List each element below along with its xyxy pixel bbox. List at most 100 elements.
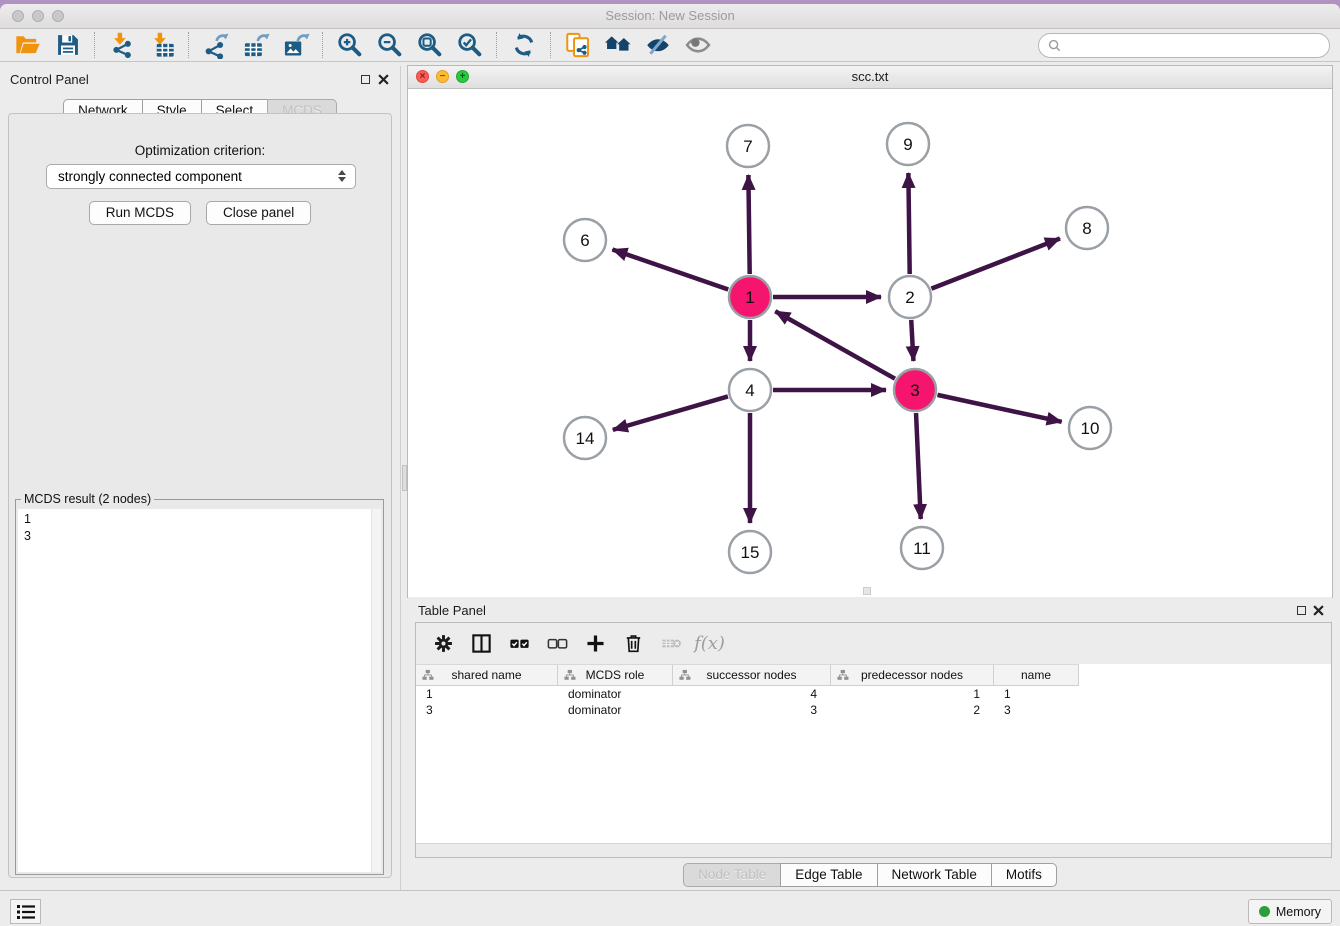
table-horizontal-scrollbar[interactable] <box>416 843 1331 857</box>
graph-node-4[interactable]: 4 <box>729 369 771 411</box>
table-cell[interactable]: 1 <box>831 686 994 702</box>
apply-layout-button[interactable] <box>504 30 544 61</box>
table-cell[interactable]: 3 <box>673 702 831 718</box>
zoom-selected-button[interactable] <box>450 30 490 61</box>
network-resize-grip[interactable] <box>863 587 871 595</box>
graph-node-6[interactable]: 6 <box>564 219 606 261</box>
function-builder-button[interactable]: f(x) <box>692 628 727 659</box>
search-input[interactable] <box>1066 36 1329 56</box>
table-settings-button[interactable] <box>426 628 461 659</box>
graph-node-3[interactable]: 3 <box>894 369 936 411</box>
table-cell[interactable]: dominator <box>558 686 673 702</box>
close-table-panel-icon[interactable] <box>1313 605 1324 616</box>
save-icon <box>54 31 82 59</box>
graph-edge-4-14[interactable] <box>613 396 728 429</box>
show-graphics-button[interactable] <box>678 30 718 61</box>
column-header-shared-name[interactable]: shared name <box>416 665 558 685</box>
graph-node-7[interactable]: 7 <box>727 125 769 167</box>
table-cell[interactable]: 3 <box>994 702 1079 718</box>
import-table-button[interactable] <box>142 30 182 61</box>
node-table[interactable]: shared nameMCDS rolesuccessor nodesprede… <box>416 664 1079 718</box>
session-search[interactable] <box>1038 33 1330 58</box>
delete-table-button[interactable] <box>654 628 689 659</box>
zoom-in-button[interactable] <box>330 30 370 61</box>
graph-edge-3-11[interactable] <box>916 413 921 519</box>
select-all-columns-button[interactable] <box>502 628 537 659</box>
zoom-selected-icon <box>456 31 484 59</box>
memory-status-icon <box>1259 906 1270 917</box>
task-list-icon <box>17 904 35 920</box>
float-panel-icon[interactable] <box>361 75 370 84</box>
graph-edge-2-8[interactable] <box>931 239 1060 289</box>
graph-edge-1-7[interactable] <box>748 175 749 274</box>
column-header-successor-nodes[interactable]: successor nodes <box>673 665 831 685</box>
graph-edge-2-9[interactable] <box>908 173 909 274</box>
optimization-dropdown-value: strongly connected component <box>58 169 242 184</box>
tab-motifs[interactable]: Motifs <box>991 863 1057 887</box>
result-scrollbar[interactable] <box>371 509 381 872</box>
close-panel-button[interactable]: Close panel <box>206 201 311 225</box>
trash-icon <box>622 632 645 655</box>
table-row[interactable]: 1dominator411 <box>416 686 1079 702</box>
svg-text:15: 15 <box>741 543 760 562</box>
export-image-button[interactable] <box>276 30 316 61</box>
open-session-button[interactable] <box>8 30 48 61</box>
table-cell[interactable]: 4 <box>673 686 831 702</box>
svg-text:1: 1 <box>745 288 754 307</box>
graph-node-11[interactable]: 11 <box>901 527 943 569</box>
zoom-fit-button[interactable] <box>410 30 450 61</box>
graph-edge-3-10[interactable] <box>937 395 1061 422</box>
column-header-predecessor-nodes[interactable]: predecessor nodes <box>831 665 994 685</box>
hide-panel-button[interactable] <box>638 30 678 61</box>
clone-network-button[interactable] <box>558 30 598 61</box>
window-titlebar[interactable]: Session: New Session <box>0 4 1340 29</box>
column-header-name[interactable]: name <box>994 665 1079 685</box>
graph-node-15[interactable]: 15 <box>729 531 771 573</box>
delete-column-button[interactable] <box>616 628 651 659</box>
export-table-button[interactable] <box>236 30 276 61</box>
network-window-titlebar[interactable]: × − + scc.txt <box>408 66 1332 89</box>
graph-edge-3-1[interactable] <box>775 311 895 378</box>
graph-edge-1-6[interactable] <box>612 249 728 289</box>
memory-button[interactable]: Memory <box>1248 899 1332 924</box>
show-column-panel-button[interactable] <box>464 628 499 659</box>
graph-node-9[interactable]: 9 <box>887 123 929 165</box>
column-header-label: name <box>994 668 1078 682</box>
create-column-button[interactable] <box>578 628 613 659</box>
tab-network-table[interactable]: Network Table <box>877 863 992 887</box>
node-table-container: f(x) shared nameMCDS rolesuccessor nodes… <box>415 622 1332 858</box>
import-network-button[interactable] <box>102 30 142 61</box>
network-window-title: scc.txt <box>408 69 1332 84</box>
column-header-mcds-role[interactable]: MCDS role <box>558 665 673 685</box>
table-cell[interactable]: dominator <box>558 702 673 718</box>
table-cell[interactable]: 1 <box>416 686 558 702</box>
table-cell[interactable]: 2 <box>831 702 994 718</box>
export-network-button[interactable] <box>196 30 236 61</box>
task-history-button[interactable] <box>10 899 41 924</box>
close-panel-icon[interactable] <box>378 74 389 85</box>
export-network-icon <box>202 31 230 59</box>
open-folder-icon <box>14 31 42 59</box>
eye-icon <box>684 31 712 59</box>
table-cell[interactable]: 3 <box>416 702 558 718</box>
tab-node-table[interactable]: Node Table <box>683 863 781 887</box>
splitter-grip-icon[interactable] <box>402 465 407 491</box>
table-row[interactable]: 3dominator323 <box>416 702 1079 718</box>
show-networks-button[interactable] <box>598 30 638 61</box>
zoom-out-button[interactable] <box>370 30 410 61</box>
network-canvas[interactable]: 1 2 3 4 6 7 8 9 10 11 14 15 <box>408 88 1332 597</box>
graph-node-8[interactable]: 8 <box>1066 207 1108 249</box>
save-session-button[interactable] <box>48 30 88 61</box>
mcds-result-textarea[interactable]: 1 3 <box>18 509 381 872</box>
graph-node-2[interactable]: 2 <box>889 276 931 318</box>
graph-edge-2-3[interactable] <box>911 320 913 361</box>
float-table-panel-icon[interactable] <box>1297 606 1306 615</box>
optimization-dropdown[interactable]: strongly connected component <box>46 164 356 189</box>
table-cell[interactable]: 1 <box>994 686 1079 702</box>
run-mcds-button[interactable]: Run MCDS <box>89 201 191 225</box>
tab-edge-table[interactable]: Edge Table <box>780 863 877 887</box>
graph-node-10[interactable]: 10 <box>1069 407 1111 449</box>
graph-node-1[interactable]: 1 <box>729 276 771 318</box>
unselect-all-columns-button[interactable] <box>540 628 575 659</box>
graph-node-14[interactable]: 14 <box>564 417 606 459</box>
